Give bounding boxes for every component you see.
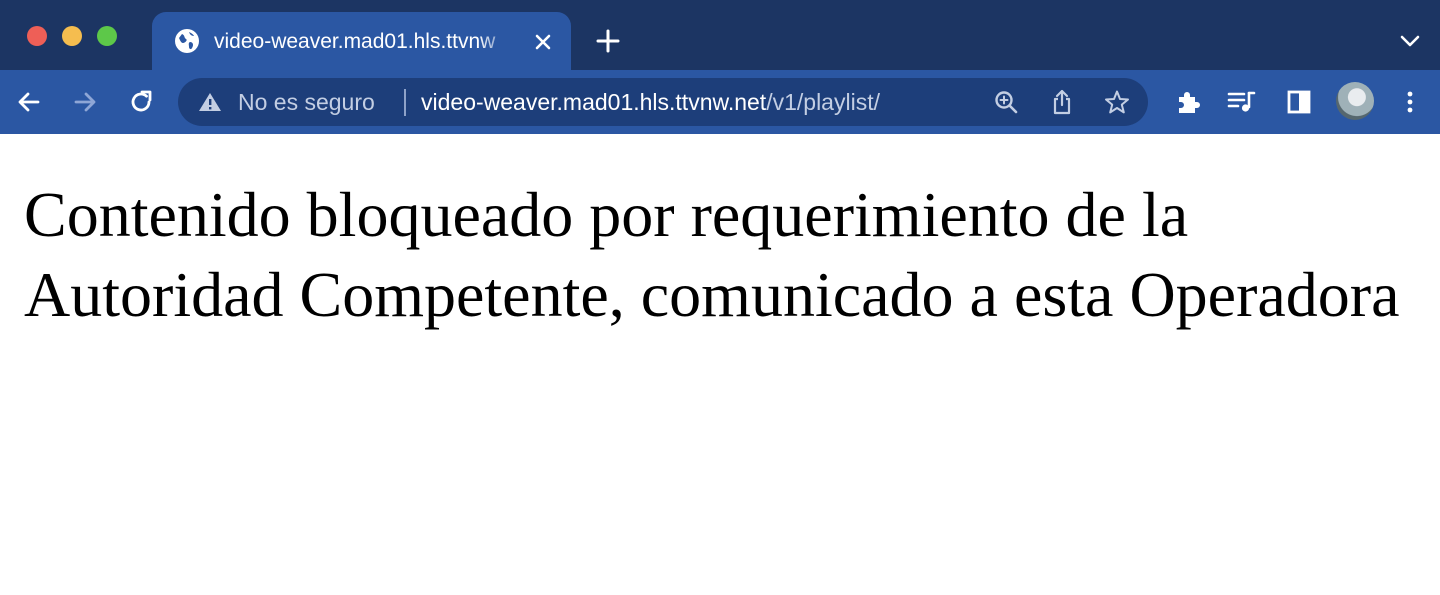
- window-minimize-button[interactable]: [62, 26, 82, 46]
- browser-titlebar: video-weaver.mad01.hls.ttvnw: [0, 0, 1440, 70]
- security-status-label[interactable]: No es seguro: [238, 88, 375, 116]
- side-panel-icon[interactable]: [1286, 89, 1312, 115]
- browser-toolbar: No es seguro video-weaver.mad01.hls.ttvn…: [0, 70, 1440, 134]
- forward-arrow-icon[interactable]: [72, 89, 98, 115]
- extensions-puzzle-icon[interactable]: [1174, 88, 1202, 116]
- browser-tab[interactable]: video-weaver.mad01.hls.ttvnw: [152, 12, 571, 70]
- window-close-button[interactable]: [27, 26, 47, 46]
- url-text[interactable]: video-weaver.mad01.hls.ttvnw.net/v1/play…: [421, 88, 880, 116]
- share-icon[interactable]: [1050, 88, 1074, 116]
- url-path: /v1/playlist/: [766, 89, 880, 115]
- close-icon[interactable]: [532, 31, 554, 53]
- more-options-icon[interactable]: [1398, 89, 1422, 115]
- new-tab-icon[interactable]: [595, 28, 621, 54]
- tab-title: video-weaver.mad01.hls.ttvnw: [214, 30, 496, 53]
- zoom-icon[interactable]: [993, 89, 1019, 115]
- window-maximize-button[interactable]: [97, 26, 117, 46]
- blocked-content-message: Contenido bloqueado por requerimiento de…: [24, 179, 1400, 330]
- star-icon[interactable]: [1104, 89, 1130, 115]
- url-host: video-weaver.mad01.hls.ttvnw.net: [421, 89, 767, 115]
- back-arrow-icon[interactable]: [16, 89, 42, 115]
- address-divider: [404, 89, 406, 116]
- globe-icon: [175, 29, 199, 53]
- media-queue-icon[interactable]: [1227, 90, 1257, 114]
- reload-icon[interactable]: [127, 88, 155, 116]
- warning-icon[interactable]: [198, 91, 222, 113]
- chevron-down-icon[interactable]: [1398, 32, 1422, 50]
- address-bar[interactable]: No es seguro video-weaver.mad01.hls.ttvn…: [178, 78, 1148, 126]
- profile-avatar[interactable]: [1336, 82, 1374, 120]
